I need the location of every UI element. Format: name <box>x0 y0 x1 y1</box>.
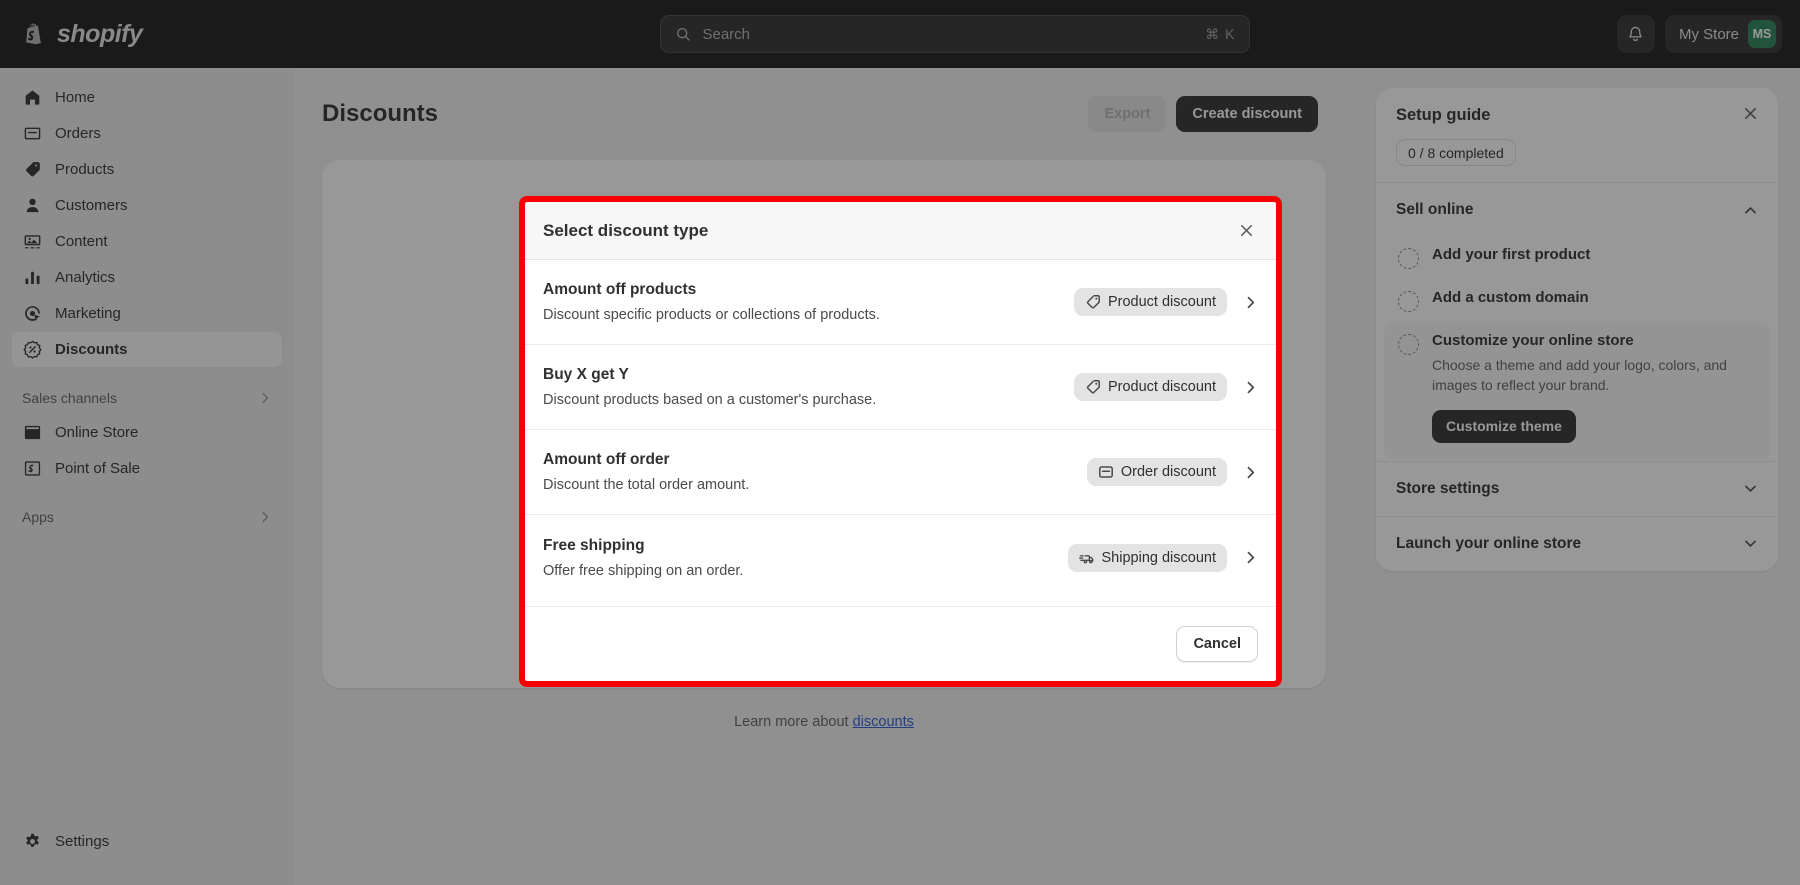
option-text: Amount off order Discount the total orde… <box>543 451 1087 493</box>
modal-header: Select discount type <box>525 202 1276 260</box>
option-title: Free shipping <box>543 536 645 554</box>
close-icon[interactable] <box>1239 223 1254 238</box>
status-badge: Product discount <box>1073 288 1227 316</box>
option-title: Buy X get Y <box>543 366 629 383</box>
select-discount-type-highlight: Select discount type Amount off products… <box>519 196 1282 687</box>
chevron-right-icon <box>1247 466 1255 478</box>
shopify-admin-window: shopify Search ⌘ K My Store MS Home Orde… <box>0 0 1800 885</box>
badge-label: Shipping discount <box>1101 549 1216 566</box>
option-description: Discount specific products or collection… <box>543 307 880 323</box>
option-description: Discount the total order amount. <box>543 477 750 493</box>
price-tag-icon <box>1086 380 1100 394</box>
option-description: Offer free shipping on an order. <box>543 562 744 579</box>
chevron-right-icon <box>1247 551 1255 564</box>
chevron-right-icon <box>1247 296 1255 308</box>
badge-label: Product discount <box>1107 294 1216 310</box>
option-amount-off-order[interactable]: Amount off order Discount the total orde… <box>525 430 1276 515</box>
delivery-truck-icon <box>1078 554 1093 563</box>
option-text: Buy X get Y Discount products based on a… <box>543 366 1074 408</box>
badge-label: Order discount <box>1120 464 1216 480</box>
order-inbox-icon <box>1098 466 1113 478</box>
status-badge: Shipping discount <box>1067 543 1227 572</box>
option-buy-x-get-y[interactable]: Buy X get Y Discount products based on a… <box>525 345 1276 430</box>
cancel-button[interactable]: Cancel <box>1176 626 1258 662</box>
option-free-shipping[interactable]: Free shipping Offer free shipping on an … <box>525 515 1276 600</box>
chevron-right-icon <box>1247 381 1255 393</box>
modal-title: Select discount type <box>543 220 709 240</box>
badge-label: Product discount <box>1107 379 1216 395</box>
option-amount-off-products[interactable]: Amount off products Discount specific pr… <box>525 260 1276 345</box>
price-tag-icon <box>1086 295 1100 309</box>
status-badge: Product discount <box>1073 373 1227 401</box>
modal-body: Amount off products Discount specific pr… <box>525 260 1276 606</box>
select-discount-type-modal: Select discount type Amount off products… <box>525 202 1276 681</box>
option-text: Amount off products Discount specific pr… <box>543 281 1074 323</box>
option-text: Free shipping Offer free shipping on an … <box>543 537 1068 579</box>
option-title: Amount off products <box>543 281 697 298</box>
modal-footer: Cancel <box>525 606 1276 681</box>
option-description: Discount products based on a customer's … <box>543 392 877 408</box>
status-badge: Order discount <box>1086 458 1227 486</box>
option-title: Amount off order <box>543 451 670 468</box>
